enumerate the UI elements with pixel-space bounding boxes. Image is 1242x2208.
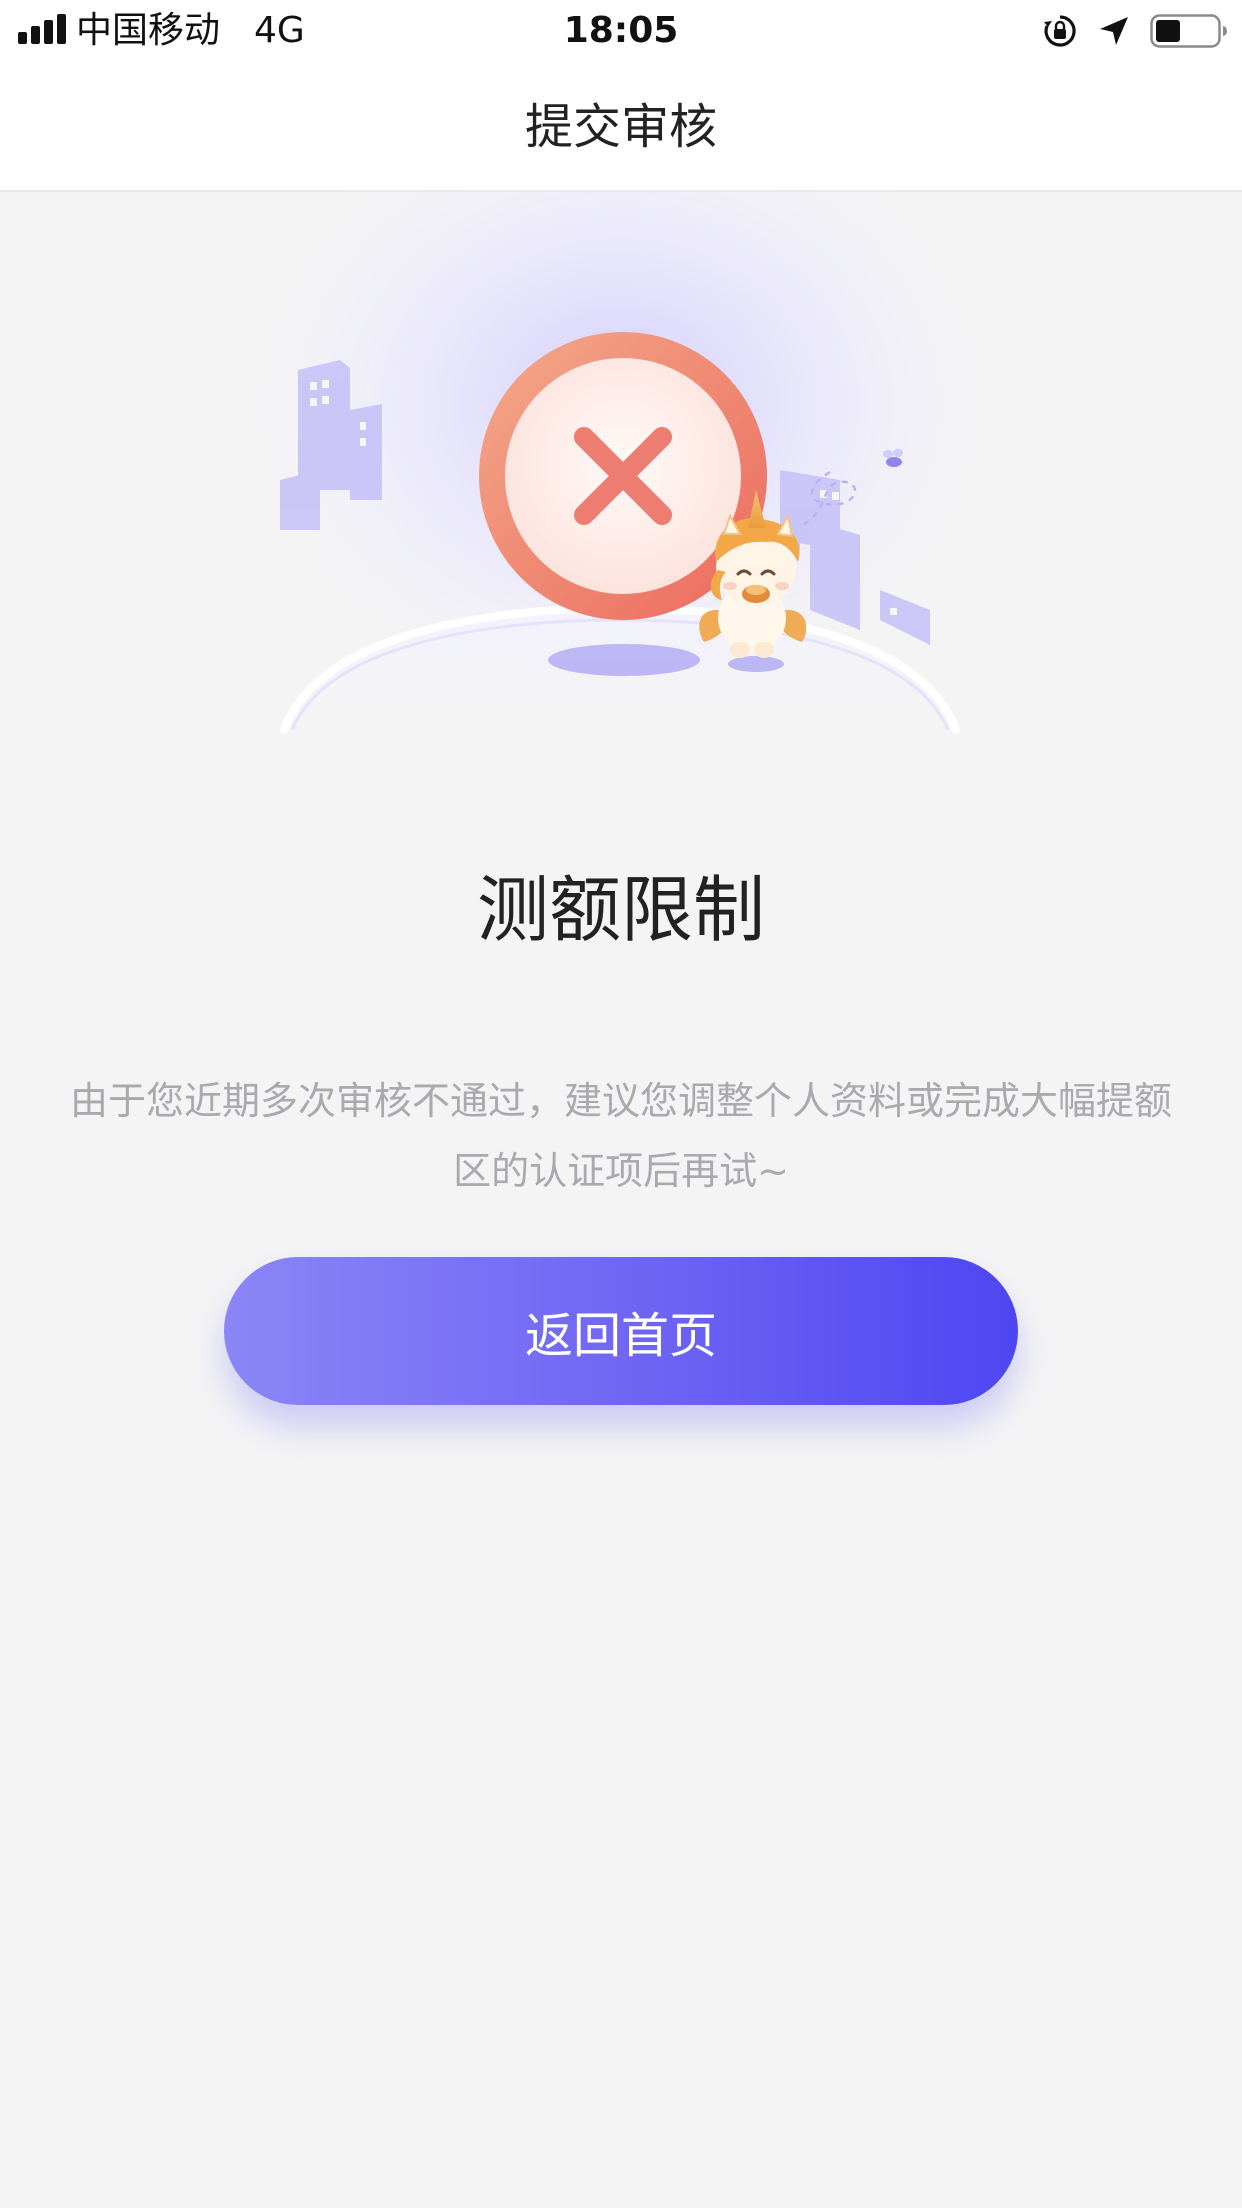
orientation-lock-icon (1044, 15, 1076, 47)
return-home-button[interactable]: 返回首页 (224, 1257, 1018, 1405)
status-icons (1042, 13, 1228, 49)
result-title: 测额限制 (476, 868, 765, 952)
battery-icon (1150, 14, 1227, 48)
circle-shadow (548, 644, 700, 676)
mascot-shadow (728, 656, 784, 672)
location-arrow-icon (1100, 17, 1128, 45)
nav-bar: 提交审核 (0, 62, 1242, 192)
page-title: 提交审核 (524, 99, 717, 155)
error-illustration (220, 190, 1020, 760)
status-bar: 中国移动 4G 18:05 (0, 0, 1242, 62)
result-description: 由于您近期多次审核不通过，建议您调整个人资料或完成大幅提额区的认证项后再试~ (69, 1079, 1172, 1193)
